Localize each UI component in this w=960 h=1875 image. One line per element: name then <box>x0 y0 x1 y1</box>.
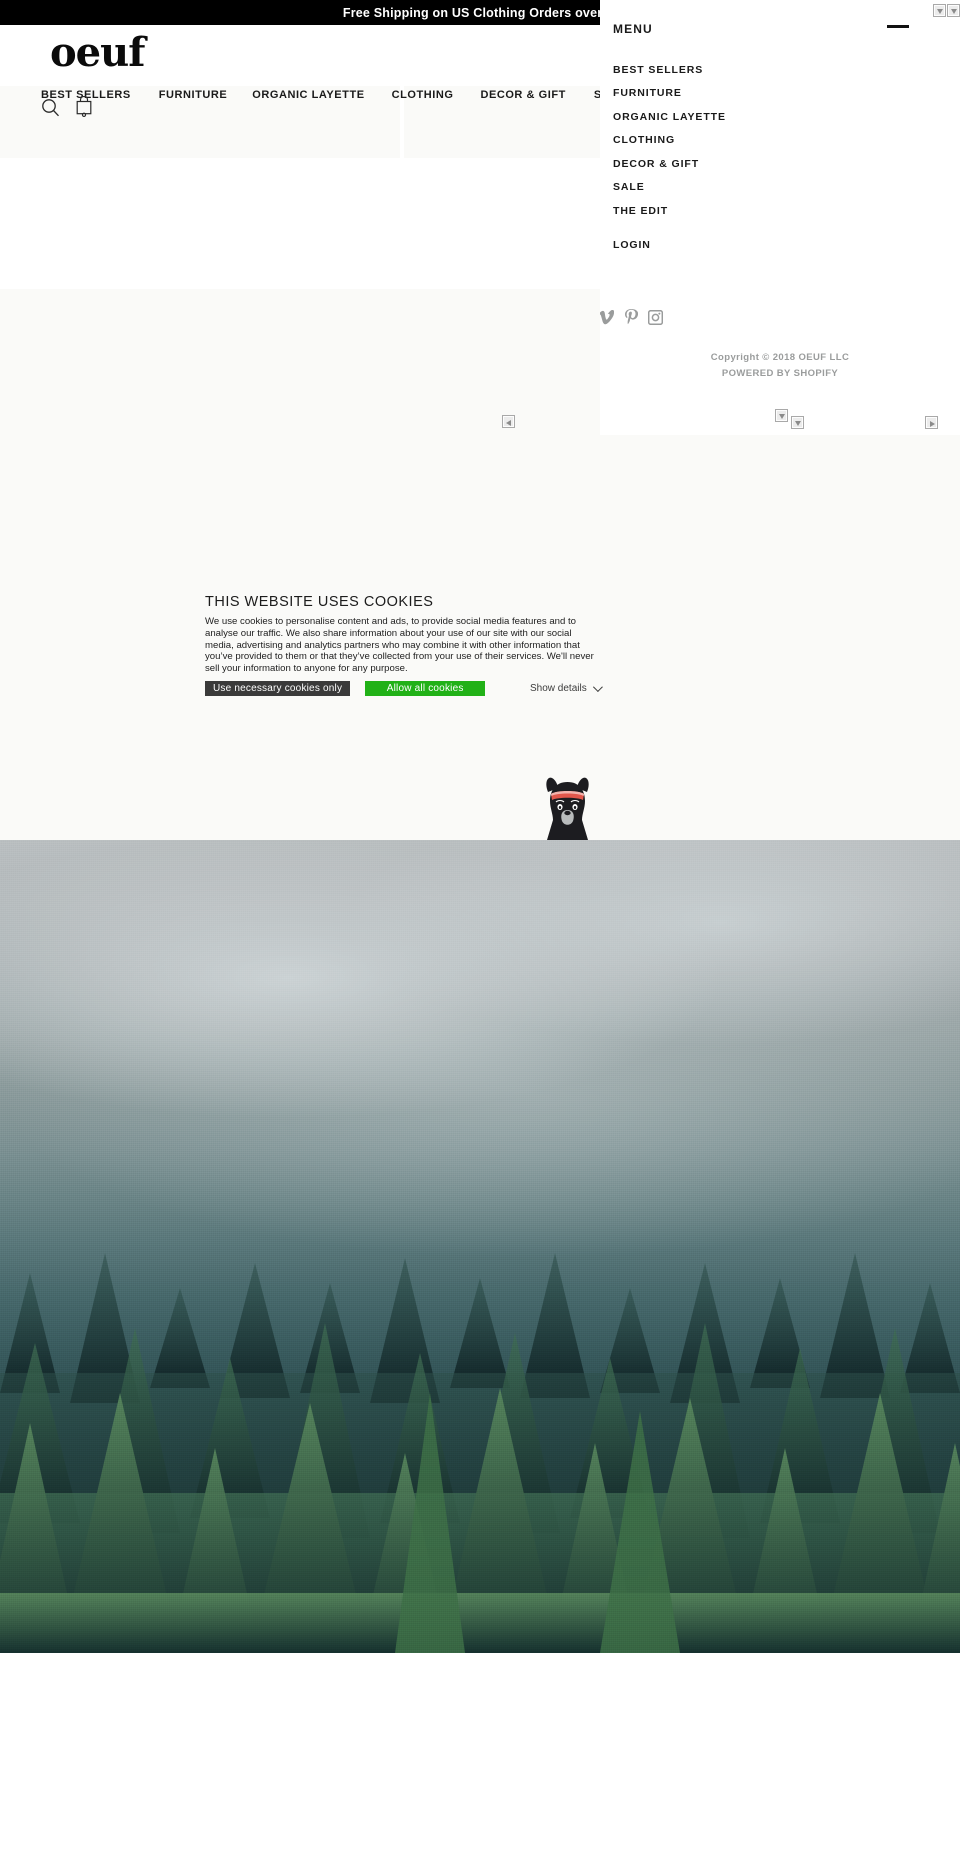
cookie-body-text: We use cookies to personalise content an… <box>205 616 594 675</box>
announcement-text: Free Shipping on US Clothing Orders over… <box>342 5 614 20</box>
page-root: Free Shipping on US Clothing Orders over… <box>0 0 960 1875</box>
cookie-heading: THIS WEBSITE USES COOKIES <box>205 594 434 610</box>
broken-image-top-right-2[interactable] <box>947 4 960 17</box>
show-details-label: Show details <box>530 683 587 694</box>
carousel-prev-broken-image[interactable] <box>502 415 515 428</box>
menu-item-login[interactable]: LOGIN <box>613 239 651 251</box>
menu-item-sale[interactable]: SALE <box>613 170 913 194</box>
search-icon[interactable] <box>41 98 60 117</box>
menu-item-furniture[interactable]: FURNITURE <box>613 76 913 100</box>
menu-item-decor-gift[interactable]: DECOR & GIFT <box>613 146 913 170</box>
copyright-text: Copyright © 2018 OEUF LLC <box>710 352 850 363</box>
cookie-banner: THIS WEBSITE USES COOKIES We use cookies… <box>205 594 605 696</box>
nav-item-clothing[interactable]: CLOTHING <box>392 89 454 101</box>
hero-treeline <box>0 1253 960 1653</box>
nav-item-furniture[interactable]: FURNITURE <box>159 89 228 101</box>
nav-item-organic-layette[interactable]: ORGANIC LAYETTE <box>252 89 364 101</box>
header-icons <box>41 96 93 118</box>
menu-item-organic-layette[interactable]: ORGANIC LAYETTE <box>613 99 913 123</box>
menu-title: MENU <box>613 22 653 36</box>
menu-item-the-edit[interactable]: THE EDIT <box>613 193 913 217</box>
nav-item-decor-gift[interactable]: DECOR & GIFT <box>480 89 565 101</box>
pinterest-icon[interactable] <box>624 309 638 325</box>
hero-forest-image <box>0 840 960 1653</box>
menu-close-icon[interactable] <box>887 25 909 28</box>
broken-image-top-right-1[interactable] <box>933 4 946 17</box>
site-logo[interactable]: oeuf <box>50 33 145 73</box>
cart-icon[interactable] <box>75 96 93 118</box>
footer-copyright: Copyright © 2018 OEUF LLC POWERED BY SHO… <box>600 350 960 382</box>
instagram-icon[interactable] <box>648 309 663 325</box>
content-block-middle <box>0 435 960 600</box>
carousel-down-broken-image-1[interactable] <box>775 409 788 422</box>
carousel-down-broken-image-2[interactable] <box>791 416 804 429</box>
bear-mascot-illustration <box>530 770 605 840</box>
powered-by-text: POWERED BY SHOPIFY <box>721 368 839 379</box>
use-necessary-cookies-button[interactable]: Use necessary cookies only <box>205 681 351 696</box>
show-details-toggle[interactable]: Show details <box>530 682 603 694</box>
menu-item-clothing[interactable]: CLOTHING <box>613 123 913 147</box>
menu-list: BEST SELLERS FURNITURE ORGANIC LAYETTE C… <box>613 52 913 217</box>
vimeo-icon[interactable] <box>598 309 614 325</box>
carousel-next-broken-image[interactable] <box>925 416 938 429</box>
allow-all-cookies-button[interactable]: Allow all cookies <box>365 681 486 696</box>
cookie-actions: Use necessary cookies only Allow all coo… <box>205 681 486 696</box>
menu-item-best-sellers[interactable]: BEST SELLERS <box>613 52 913 76</box>
